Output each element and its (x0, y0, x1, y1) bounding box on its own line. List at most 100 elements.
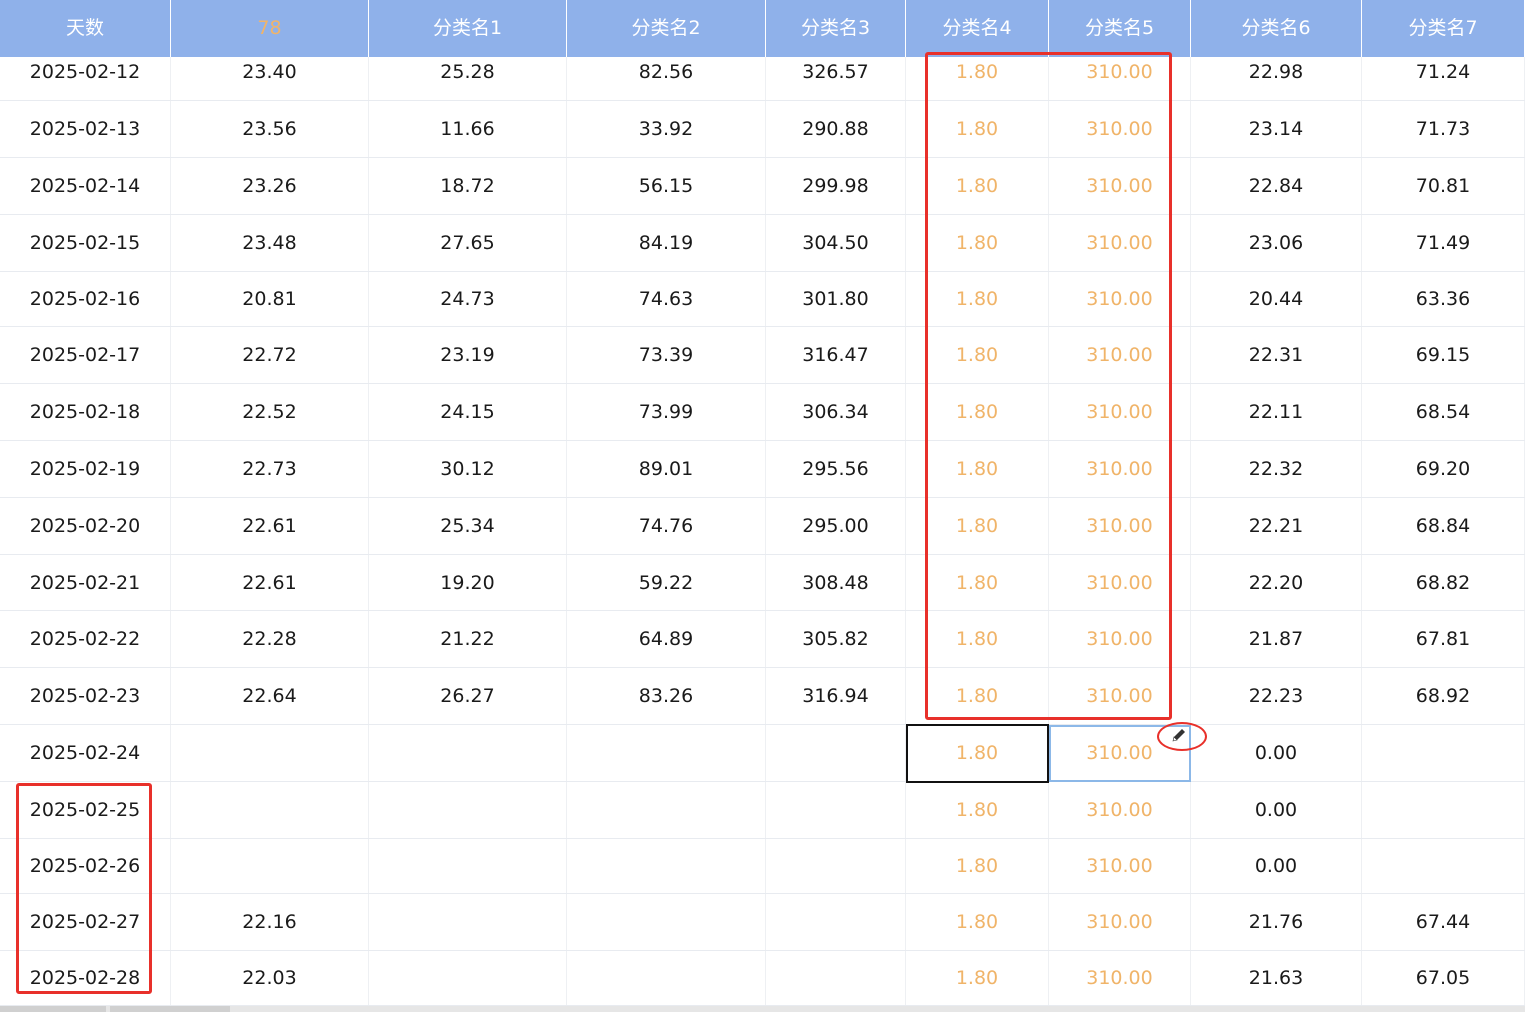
data-cell[interactable]: 310.00 (1049, 839, 1191, 893)
data-cell[interactable]: 69.15 (1362, 327, 1525, 383)
data-cell[interactable] (766, 894, 906, 950)
data-cell[interactable]: 20.44 (1191, 272, 1362, 326)
data-cell[interactable]: 73.39 (567, 327, 766, 383)
date-cell[interactable]: 2025-02-21 (0, 555, 171, 610)
data-cell[interactable]: 0.00 (1191, 839, 1362, 893)
data-cell[interactable]: 71.73 (1362, 101, 1525, 157)
data-cell[interactable]: 316.94 (766, 668, 906, 724)
data-cell[interactable]: 22.20 (1191, 555, 1362, 610)
data-cell[interactable]: 67.05 (1362, 951, 1525, 1005)
date-cell[interactable]: 2025-02-24 (0, 725, 171, 781)
data-cell[interactable]: 27.65 (369, 215, 567, 271)
data-cell[interactable]: 82.56 (567, 57, 766, 100)
data-cell[interactable]: 22.61 (171, 555, 369, 610)
data-cell[interactable]: 295.56 (766, 441, 906, 497)
sheet-tab[interactable] (0, 1006, 106, 1012)
data-cell[interactable] (766, 782, 906, 838)
data-cell[interactable]: 23.19 (369, 327, 567, 383)
data-cell[interactable]: 1.80 (906, 782, 1049, 838)
data-cell[interactable]: 305.82 (766, 611, 906, 667)
data-cell[interactable]: 73.99 (567, 384, 766, 440)
date-cell[interactable]: 2025-02-12 (0, 57, 171, 100)
data-cell[interactable]: 22.21 (1191, 498, 1362, 554)
data-cell[interactable]: 308.48 (766, 555, 906, 610)
data-cell[interactable] (369, 782, 567, 838)
data-cell[interactable]: 74.63 (567, 272, 766, 326)
data-cell[interactable]: 19.20 (369, 555, 567, 610)
data-cell[interactable] (567, 951, 766, 1005)
data-cell[interactable] (171, 782, 369, 838)
data-cell[interactable]: 310.00 (1049, 782, 1191, 838)
data-cell[interactable]: 310.00 (1049, 894, 1191, 950)
data-cell[interactable]: 304.50 (766, 215, 906, 271)
data-cell[interactable]: 326.57 (766, 57, 906, 100)
data-cell[interactable]: 26.27 (369, 668, 567, 724)
data-cell[interactable]: 83.26 (567, 668, 766, 724)
data-cell[interactable]: 22.03 (171, 951, 369, 1005)
data-cell[interactable]: 33.92 (567, 101, 766, 157)
data-cell[interactable] (1362, 725, 1525, 781)
date-cell[interactable]: 2025-02-20 (0, 498, 171, 554)
column-header[interactable]: 分类名6 (1191, 0, 1362, 57)
data-cell[interactable] (369, 725, 567, 781)
data-cell[interactable] (766, 725, 906, 781)
data-cell[interactable]: 23.06 (1191, 215, 1362, 271)
column-header[interactable]: 分类名1 (369, 0, 567, 57)
date-cell[interactable]: 2025-02-17 (0, 327, 171, 383)
data-cell[interactable]: 22.64 (171, 668, 369, 724)
data-cell[interactable]: 22.98 (1191, 57, 1362, 100)
date-cell[interactable]: 2025-02-13 (0, 101, 171, 157)
data-cell[interactable]: 11.66 (369, 101, 567, 157)
data-cell[interactable]: 22.72 (171, 327, 369, 383)
data-cell[interactable]: 22.11 (1191, 384, 1362, 440)
data-cell[interactable]: 56.15 (567, 158, 766, 214)
data-cell[interactable]: 22.73 (171, 441, 369, 497)
data-cell[interactable]: 22.28 (171, 611, 369, 667)
data-cell[interactable]: 71.49 (1362, 215, 1525, 271)
column-header[interactable]: 分类名2 (567, 0, 766, 57)
data-cell[interactable]: 59.22 (567, 555, 766, 610)
sheet-tab[interactable] (110, 1006, 230, 1012)
data-cell[interactable]: 64.89 (567, 611, 766, 667)
data-cell[interactable]: 22.84 (1191, 158, 1362, 214)
data-cell[interactable] (766, 839, 906, 893)
data-cell[interactable]: 23.48 (171, 215, 369, 271)
data-cell[interactable]: 74.76 (567, 498, 766, 554)
data-cell[interactable]: 63.36 (1362, 272, 1525, 326)
data-cell[interactable]: 1.80 (906, 894, 1049, 950)
data-cell[interactable]: 23.56 (171, 101, 369, 157)
data-cell[interactable]: 21.76 (1191, 894, 1362, 950)
column-header[interactable]: 分类名5 (1049, 0, 1191, 57)
data-cell[interactable]: 67.44 (1362, 894, 1525, 950)
data-cell[interactable]: 22.52 (171, 384, 369, 440)
data-cell[interactable] (567, 725, 766, 781)
date-cell[interactable]: 2025-02-19 (0, 441, 171, 497)
data-cell[interactable]: 68.82 (1362, 555, 1525, 610)
data-cell[interactable] (171, 725, 369, 781)
data-cell[interactable] (369, 839, 567, 893)
data-cell[interactable]: 23.14 (1191, 101, 1362, 157)
data-cell[interactable]: 22.32 (1191, 441, 1362, 497)
data-cell[interactable]: 71.24 (1362, 57, 1525, 100)
column-header[interactable]: 分类名7 (1362, 0, 1525, 57)
data-cell[interactable] (1362, 782, 1525, 838)
data-cell[interactable]: 23.26 (171, 158, 369, 214)
data-cell[interactable]: 18.72 (369, 158, 567, 214)
date-cell[interactable]: 2025-02-16 (0, 272, 171, 326)
data-cell[interactable]: 23.40 (171, 57, 369, 100)
data-cell[interactable]: 24.73 (369, 272, 567, 326)
data-cell[interactable]: 1.80 (906, 951, 1049, 1005)
data-cell[interactable]: 1.80 (906, 839, 1049, 893)
data-cell[interactable]: 25.34 (369, 498, 567, 554)
data-cell[interactable]: 21.87 (1191, 611, 1362, 667)
data-cell[interactable]: 25.28 (369, 57, 567, 100)
data-cell[interactable]: 22.16 (171, 894, 369, 950)
data-cell[interactable]: 316.47 (766, 327, 906, 383)
data-cell[interactable]: 22.23 (1191, 668, 1362, 724)
date-cell[interactable]: 2025-02-23 (0, 668, 171, 724)
data-cell[interactable]: 21.63 (1191, 951, 1362, 1005)
data-cell[interactable]: 68.92 (1362, 668, 1525, 724)
data-cell[interactable] (1362, 839, 1525, 893)
data-cell[interactable]: 0.00 (1191, 725, 1362, 781)
date-cell[interactable]: 2025-02-22 (0, 611, 171, 667)
